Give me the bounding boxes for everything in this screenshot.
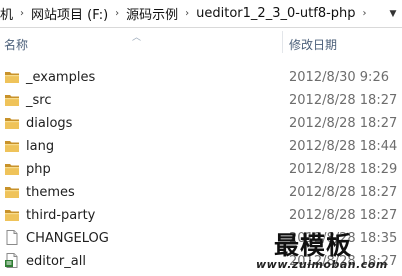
file-date: 2012/8/28 18:27 xyxy=(289,116,398,131)
text-file-icon xyxy=(6,230,18,245)
chevron-right-icon[interactable]: › xyxy=(115,8,119,19)
chevron-up-icon: ︿ xyxy=(132,33,142,43)
file-date: 2012/8/28 18:27 xyxy=(289,208,398,223)
folder-icon xyxy=(5,187,19,198)
watermark: 最模板 www.zuimoban.com xyxy=(250,226,402,276)
file-name: dialogs xyxy=(26,116,73,131)
column-header-row: 名称 ︿ 修改日期 xyxy=(0,27,402,57)
watermark-url: www.zuimoban.com xyxy=(256,258,388,271)
file-name: php xyxy=(26,162,51,177)
breadcrumb-label: 网站项目 (F:) xyxy=(31,8,109,23)
address-history-dropdown-icon[interactable]: ▼ xyxy=(384,0,402,27)
file-name: themes xyxy=(26,185,75,200)
breadcrumb-item-drive[interactable]: 网站项目 (F:) › xyxy=(31,0,126,27)
list-item[interactable]: dialogs 2012/8/28 18:27 xyxy=(0,112,402,135)
file-name: CHANGELOG xyxy=(26,231,109,246)
file-date: 2012/8/28 18:29 xyxy=(289,162,398,177)
watermark-title: 最模板 xyxy=(274,231,353,260)
folder-icon xyxy=(5,164,19,175)
breadcrumb: 机 › 网站项目 (F:) › 源码示例 › ueditor1_2_3_0-ut… xyxy=(0,0,402,28)
chevron-right-icon[interactable]: › xyxy=(20,8,24,19)
folder-icon xyxy=(5,72,19,83)
file-date: 2012/8/28 18:27 xyxy=(289,93,398,108)
folder-icon xyxy=(5,118,19,129)
file-name: _examples xyxy=(26,70,96,85)
folder-icon xyxy=(5,95,19,106)
list-item[interactable]: _examples 2012/8/30 9:26 xyxy=(0,66,402,89)
folder-icon xyxy=(5,141,19,152)
chevron-right-icon[interactable]: › xyxy=(185,8,189,19)
explorer-window: 机 › 网站项目 (F:) › 源码示例 › ueditor1_2_3_0-ut… xyxy=(0,0,402,276)
column-header-date[interactable]: 修改日期 xyxy=(289,36,337,53)
breadcrumb-item-folder[interactable]: 源码示例 › xyxy=(126,0,196,27)
script-file-icon xyxy=(5,253,18,268)
column-divider[interactable] xyxy=(282,31,283,53)
file-name: lang xyxy=(26,139,55,154)
file-date: 2012/8/30 9:26 xyxy=(289,70,389,85)
file-name: editor_all xyxy=(26,254,86,269)
breadcrumb-item-computer[interactable]: 机 › xyxy=(0,0,31,27)
list-item[interactable]: themes 2012/8/28 18:27 xyxy=(0,181,402,204)
chevron-right-icon[interactable]: › xyxy=(363,8,367,19)
breadcrumb-label: ueditor1_2_3_0-utf8-php xyxy=(196,6,356,21)
file-date: 2012/8/28 18:44 xyxy=(289,139,398,154)
list-item[interactable]: lang 2012/8/28 18:44 xyxy=(0,135,402,158)
file-name: _src xyxy=(26,93,52,108)
file-name: third-party xyxy=(26,208,96,223)
folder-icon xyxy=(5,210,19,221)
breadcrumb-label: 机 xyxy=(0,8,14,23)
breadcrumb-item-current[interactable]: ueditor1_2_3_0-utf8-php › xyxy=(196,0,373,27)
file-date: 2012/8/28 18:27 xyxy=(289,185,398,200)
list-item[interactable]: php 2012/8/28 18:29 xyxy=(0,158,402,181)
list-item[interactable]: third-party 2012/8/28 18:27 xyxy=(0,204,402,227)
breadcrumb-label: 源码示例 xyxy=(126,8,179,23)
column-header-name[interactable]: 名称 xyxy=(4,36,28,53)
list-item[interactable]: _src 2012/8/28 18:27 xyxy=(0,89,402,112)
